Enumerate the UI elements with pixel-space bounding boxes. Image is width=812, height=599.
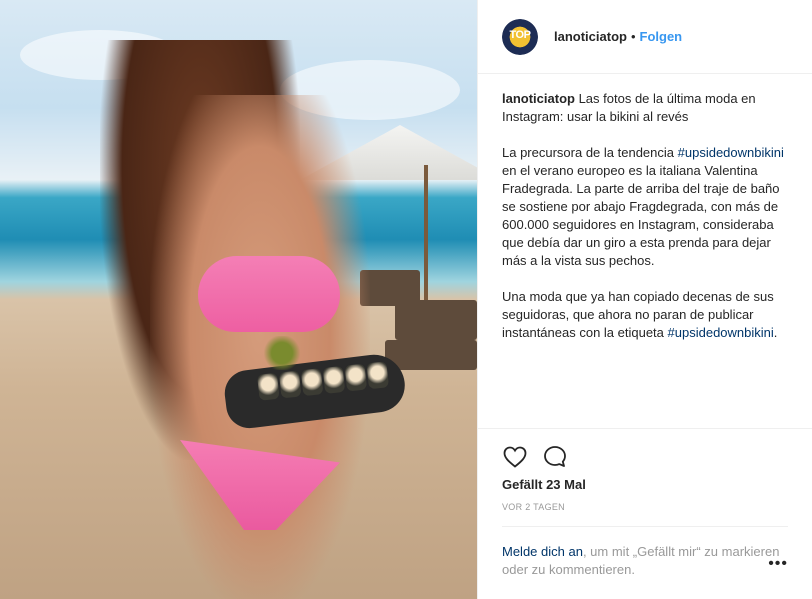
login-prompt: Melde dich an, um mit „Gefällt mir“ zu m… — [502, 526, 788, 599]
heart-icon[interactable] — [502, 444, 528, 470]
hashtag-link[interactable]: #upsidedownbikini — [678, 145, 784, 160]
sushi-roll — [366, 361, 390, 390]
more-options-icon[interactable]: ••• — [768, 555, 788, 573]
bikini-top — [198, 256, 340, 332]
sushi-roll — [256, 372, 280, 401]
hashtag-link[interactable]: #upsidedownbikini — [668, 325, 774, 340]
post-actions — [478, 428, 812, 474]
likes-count[interactable]: Gefällt 23 Mal — [478, 474, 812, 496]
caption-paragraph-1: La precursora de la tendencia #upsidedow… — [502, 144, 788, 270]
sushi-roll — [300, 368, 324, 397]
beach-lounger — [385, 340, 477, 370]
caption-p1-before: La precursora de la tendencia — [502, 145, 675, 160]
sushi-roll — [344, 363, 368, 392]
username-link[interactable]: lanoticiatop — [554, 29, 627, 44]
caption-p1-after: en el verano europeo es la italiana Vale… — [502, 163, 780, 268]
sushi-garnish — [262, 336, 302, 370]
avatar[interactable]: TOP — [502, 18, 538, 55]
sushi-roll — [322, 365, 346, 394]
comment-icon[interactable] — [542, 444, 568, 470]
follow-button[interactable]: Folgen — [640, 29, 683, 44]
login-link[interactable]: Melde dich an — [502, 544, 583, 559]
caption-paragraph-2: Una moda que ya han copiado decenas de s… — [502, 288, 788, 342]
sushi-roll — [278, 370, 302, 399]
post-timestamp: VOR 2 TAGEN — [502, 502, 565, 512]
instagram-post: TOP lanoticiatop • Folgen lanoticiatop L… — [0, 0, 812, 599]
post-caption: lanoticiatop Las fotos de la última moda… — [478, 74, 812, 428]
umbrella-pole — [424, 165, 428, 315]
beach-lounger — [395, 300, 477, 340]
post-photo[interactable] — [0, 0, 477, 599]
avatar-logo-text: TOP — [509, 28, 531, 41]
caption-intro: lanoticiatop Las fotos de la última moda… — [502, 90, 788, 126]
post-sidebar: TOP lanoticiatop • Folgen lanoticiatop L… — [477, 0, 812, 599]
caption-p2-end: . — [773, 325, 778, 340]
caption-username[interactable]: lanoticiatop — [502, 91, 575, 106]
post-header: TOP lanoticiatop • Folgen — [478, 0, 812, 74]
separator-dot: • — [630, 29, 636, 44]
